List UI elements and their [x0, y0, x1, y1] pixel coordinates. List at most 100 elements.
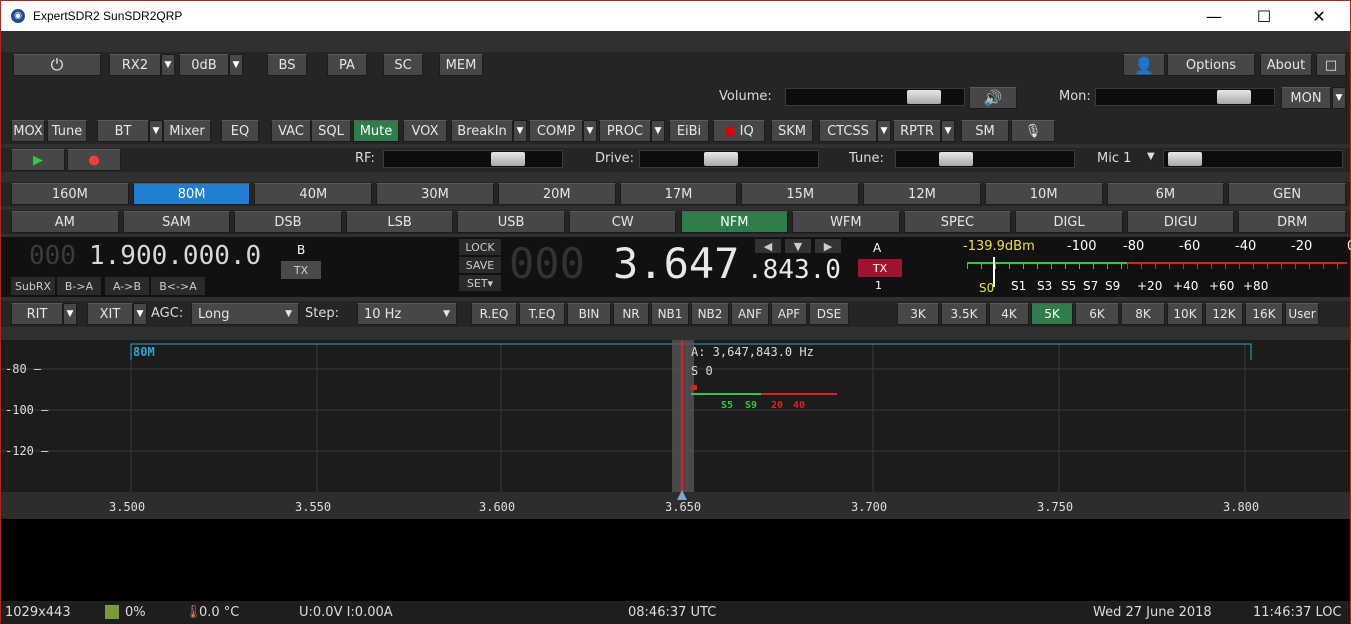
- mode-button-cw[interactable]: CW: [568, 211, 677, 233]
- comp-button[interactable]: COMP: [529, 120, 583, 142]
- mic-settings-icon[interactable]: 🎙: [1011, 120, 1055, 142]
- filter-button-12k[interactable]: 12K: [1205, 303, 1243, 325]
- band-button-6m[interactable]: 6M: [1106, 183, 1225, 205]
- att-dropdown-icon[interactable]: ▼: [229, 54, 243, 76]
- vfo-b-frequency[interactable]: 1.900.000.0: [89, 241, 261, 271]
- iq-button[interactable]: ● IQ: [713, 120, 765, 142]
- vfo-a-frequency[interactable]: 3.647: [613, 239, 739, 288]
- rptr-dropdown-icon[interactable]: ▼: [941, 120, 955, 142]
- dsp-button-bin[interactable]: BIN: [567, 303, 611, 325]
- lock-button[interactable]: LOCK: [459, 239, 501, 255]
- restore-button[interactable]: □: [1316, 54, 1346, 76]
- rf-slider[interactable]: [383, 150, 563, 168]
- mode-button-am[interactable]: AM: [11, 211, 119, 233]
- mode-button-digl[interactable]: DIGL: [1015, 211, 1123, 233]
- vac-button[interactable]: VAC: [271, 120, 311, 142]
- band-button-17m[interactable]: 17M: [619, 183, 738, 205]
- sc-button[interactable]: SC: [383, 54, 423, 76]
- rit-button[interactable]: RIT: [11, 303, 63, 325]
- mic-dropdown-icon[interactable]: ▼: [1147, 151, 1155, 162]
- vfo-a-fine-frequency[interactable]: .843.0: [747, 255, 841, 285]
- mode-button-lsb[interactable]: LSB: [345, 211, 454, 233]
- rit-dropdown-icon[interactable]: ▼: [63, 303, 77, 325]
- filter-button-16k[interactable]: 16K: [1245, 303, 1283, 325]
- rx-dropdown-icon[interactable]: ▼: [161, 54, 175, 76]
- mon-slider[interactable]: [1095, 88, 1275, 106]
- a-to-b-button[interactable]: A->B: [105, 277, 149, 295]
- b-to-a-button[interactable]: B->A: [57, 277, 101, 295]
- band-button-30m[interactable]: 30M: [376, 183, 494, 205]
- ctcss-button[interactable]: CTCSS: [819, 120, 877, 142]
- bt-dropdown-icon[interactable]: ▼: [149, 120, 163, 142]
- nav-left-icon[interactable]: ◀: [755, 239, 781, 253]
- band-button-gen[interactable]: GEN: [1228, 183, 1346, 205]
- breakin-button[interactable]: BreakIn: [451, 120, 513, 142]
- options-button[interactable]: Options: [1167, 54, 1255, 76]
- dsp-button-req[interactable]: R.EQ: [471, 303, 517, 325]
- waterfall[interactable]: [1, 519, 1350, 601]
- bt-button[interactable]: BT: [97, 120, 149, 142]
- pa-button[interactable]: PA: [327, 54, 367, 76]
- speaker-button[interactable]: 🔊: [969, 87, 1017, 109]
- breakin-dropdown-icon[interactable]: ▼: [513, 120, 527, 142]
- rptr-button[interactable]: RPTR: [893, 120, 941, 142]
- user-icon[interactable]: 👤: [1123, 54, 1165, 76]
- skm-button[interactable]: SKM: [771, 120, 813, 142]
- set-button[interactable]: SET▾: [459, 275, 501, 291]
- spectrum-panel[interactable]: 80M A: 3,647,843.0 Hz S 0 S5 S9 20 40 -80 —…: [1, 340, 1350, 519]
- mode-button-usb[interactable]: USB: [457, 211, 565, 233]
- dsp-button-anf[interactable]: ANF: [731, 303, 769, 325]
- mode-button-dsb[interactable]: DSB: [234, 211, 342, 233]
- mode-button-wfm[interactable]: WFM: [792, 211, 900, 233]
- about-button[interactable]: About: [1260, 54, 1312, 76]
- band-button-80m[interactable]: 80M: [132, 183, 251, 205]
- nav-right-icon[interactable]: ▶: [815, 239, 841, 253]
- sql-button[interactable]: SQL: [311, 120, 351, 142]
- band-button-15m[interactable]: 15M: [741, 183, 860, 205]
- dsp-button-dse[interactable]: DSE: [809, 303, 849, 325]
- tune-button[interactable]: Tune: [47, 120, 87, 142]
- tune-slider[interactable]: [895, 150, 1075, 168]
- subrx-button[interactable]: SubRX: [11, 277, 55, 295]
- drive-knob[interactable]: [704, 152, 738, 166]
- rf-knob[interactable]: [491, 152, 525, 166]
- mon-button[interactable]: MON: [1281, 87, 1331, 109]
- volume-slider[interactable]: [785, 88, 965, 106]
- play-button[interactable]: ▶: [11, 149, 65, 171]
- filter-button-10k[interactable]: 10K: [1167, 303, 1203, 325]
- proc-button[interactable]: PROC: [599, 120, 651, 142]
- xit-button[interactable]: XIT: [87, 303, 133, 325]
- dsp-button-nb2[interactable]: NB2: [691, 303, 729, 325]
- minimize-button[interactable]: —: [1191, 1, 1237, 31]
- band-button-12m[interactable]: 12M: [863, 183, 981, 205]
- swap-ab-button[interactable]: B<->A: [151, 277, 205, 295]
- rx-selector[interactable]: RX2: [109, 54, 161, 76]
- nav-down-icon[interactable]: ▼: [785, 239, 811, 253]
- mem-button[interactable]: MEM: [439, 54, 483, 76]
- mute-button[interactable]: Mute: [353, 120, 399, 142]
- save-button[interactable]: SAVE: [459, 257, 501, 273]
- maximize-button[interactable]: ☐: [1241, 1, 1287, 31]
- dsp-button-teq[interactable]: T.EQ: [519, 303, 565, 325]
- bs-button[interactable]: BS: [267, 54, 307, 76]
- band-button-20m[interactable]: 20M: [497, 183, 616, 205]
- ctcss-dropdown-icon[interactable]: ▼: [877, 120, 891, 142]
- mon-dropdown-icon[interactable]: ▼: [1332, 87, 1346, 109]
- mox-button[interactable]: MOX: [11, 120, 45, 142]
- mode-button-digu[interactable]: DIGU: [1126, 211, 1235, 233]
- close-button[interactable]: ✕: [1296, 1, 1342, 31]
- mixer-button[interactable]: Mixer: [163, 120, 211, 142]
- power-button[interactable]: ⏻: [13, 54, 101, 76]
- filter-button-8k[interactable]: 8K: [1121, 303, 1165, 325]
- vfo-b-tx-button[interactable]: TX: [281, 261, 321, 279]
- comp-dropdown-icon[interactable]: ▼: [583, 120, 597, 142]
- proc-dropdown-icon[interactable]: ▼: [651, 120, 665, 142]
- vfo-a-tx-button[interactable]: TX: [858, 259, 902, 277]
- band-button-10m[interactable]: 10M: [984, 183, 1103, 205]
- mic-selector[interactable]: Mic 1: [1097, 151, 1131, 166]
- dsp-button-nb1[interactable]: NB1: [651, 303, 689, 325]
- attenuator-selector[interactable]: 0dB: [179, 54, 229, 76]
- eq-button[interactable]: EQ: [221, 120, 259, 142]
- volume-knob[interactable]: [907, 90, 941, 104]
- filter-button-4k[interactable]: 4K: [989, 303, 1029, 325]
